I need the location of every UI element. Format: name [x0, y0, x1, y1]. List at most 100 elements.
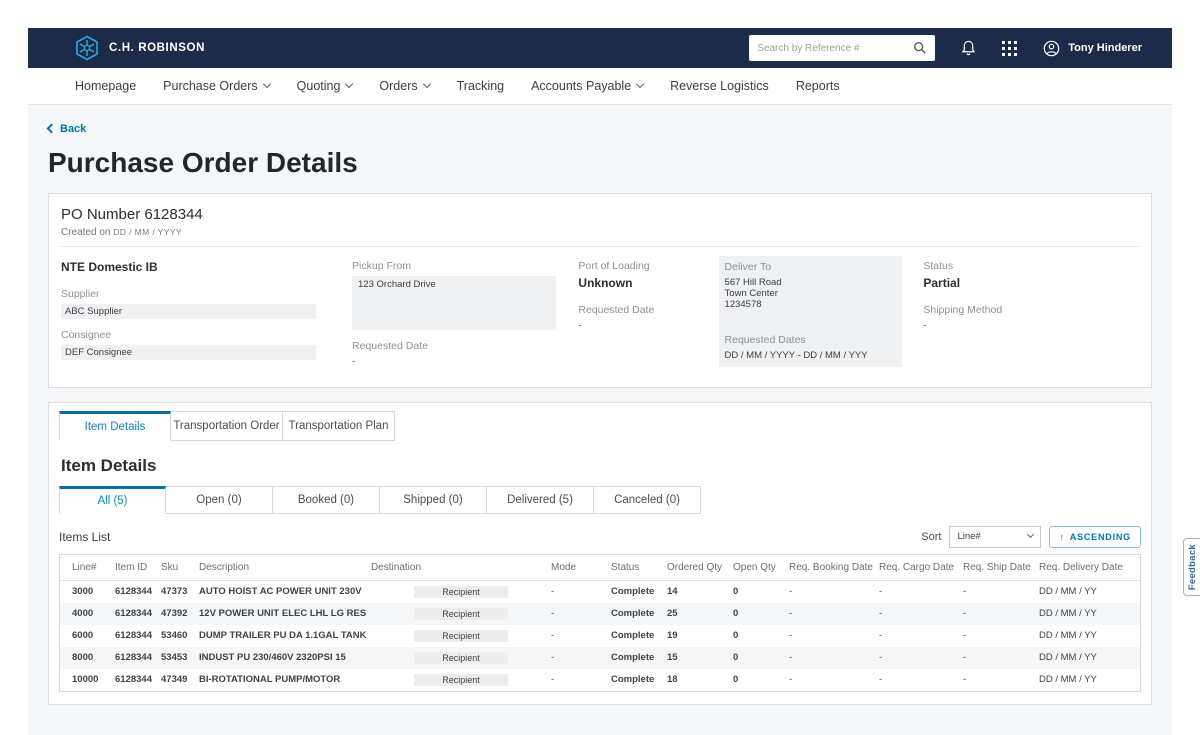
- items-list-header: Items List Sort Line# ↑ ASCENDING: [59, 526, 1141, 548]
- deliver-to-label: Deliver To: [725, 261, 896, 273]
- deliver-anon-panel: Deliver To 567 Hill Road Town Center 123…: [719, 256, 902, 367]
- nav-reports[interactable]: Reports: [796, 79, 840, 93]
- app-window: C.H. ROBINSON: [28, 28, 1172, 735]
- main-nav: Homepage Purchase Orders Quoting Orders …: [28, 68, 1172, 105]
- nav-orders[interactable]: Orders: [379, 79, 429, 93]
- nav-homepage[interactable]: Homepage: [75, 79, 136, 93]
- requested-dates-value: DD / MM / YYYY - DD / MM / YYY: [725, 350, 896, 361]
- apps-menu-button[interactable]: [1002, 41, 1017, 56]
- user-menu[interactable]: Tony Hinderer: [1043, 40, 1142, 57]
- cell-req-cargo-date: -: [879, 586, 963, 597]
- col-item-id: Item ID: [115, 562, 161, 573]
- po-parties-column: NTE Domestic IB Supplier ABC Supplier Co…: [61, 260, 352, 367]
- global-search[interactable]: [749, 35, 935, 61]
- deliver-to-line2: Town Center: [725, 288, 896, 299]
- cell-status: Complete: [611, 674, 667, 685]
- feedback-button[interactable]: Feedback: [1183, 538, 1200, 596]
- cell-item-id: 6128344: [115, 674, 161, 685]
- nav-reverse-logistics[interactable]: Reverse Logistics: [670, 79, 769, 93]
- cell-ordered-qty: 14: [667, 586, 733, 597]
- tab-item-details[interactable]: Item Details: [59, 411, 171, 441]
- cell-line: 3000: [60, 586, 115, 597]
- notifications-button[interactable]: [961, 40, 976, 56]
- sort-select[interactable]: Line#: [949, 526, 1041, 548]
- cell-req-delivery-date: DD / MM / YY: [1039, 652, 1140, 663]
- subtab-canceled[interactable]: Canceled (0): [594, 486, 701, 514]
- po-created-date: DD / MM / YYYY: [113, 227, 182, 237]
- table-row[interactable]: 6000 6128344 53460 DUMP TRAILER PU DA 1.…: [60, 625, 1140, 647]
- sort-label: Sort: [921, 531, 941, 543]
- cell-destination: Recipient: [371, 608, 551, 620]
- sort-direction-button[interactable]: ↑ ASCENDING: [1049, 526, 1141, 548]
- port-column: Port of Loading Unknown Requested Date -: [578, 260, 718, 367]
- cell-req-delivery-date: DD / MM / YY: [1039, 630, 1140, 641]
- cell-sku: 53460: [161, 630, 199, 641]
- cell-req-ship-date: -: [963, 586, 1039, 597]
- col-line: Line#: [60, 562, 115, 573]
- brand-logo[interactable]: C.H. ROBINSON: [74, 35, 205, 61]
- apps-grid-icon: [1002, 41, 1017, 56]
- col-destination: Destination: [371, 562, 551, 573]
- table-row[interactable]: 4000 6128344 47392 12V POWER UNIT ELEC L…: [60, 603, 1140, 625]
- cell-req-booking-date: -: [789, 674, 879, 685]
- nav-purchase-orders[interactable]: Purchase Orders: [163, 79, 269, 93]
- supplier-label: Supplier: [61, 288, 338, 300]
- table-row[interactable]: 3000 6128344 47373 AUTO HOIST AC POWER U…: [60, 581, 1140, 603]
- cell-req-booking-date: -: [789, 652, 879, 663]
- cell-req-booking-date: -: [789, 586, 879, 597]
- status-subtabs: All (5) Open (0) Booked (0) Shipped (0) …: [59, 486, 1141, 514]
- chevron-down-icon: [345, 80, 353, 88]
- tab-transportation-plan[interactable]: Transportation Plan: [283, 411, 395, 441]
- cell-mode: -: [551, 630, 611, 641]
- bell-icon: [961, 40, 976, 56]
- nav-tracking[interactable]: Tracking: [457, 79, 504, 93]
- col-req-delivery-date: Req. Delivery Date: [1039, 562, 1140, 573]
- table-row[interactable]: 8000 6128344 53453 INDUST PU 230/460V 23…: [60, 647, 1140, 669]
- pickup-requested-date: -: [352, 356, 564, 367]
- cell-item-id: 6128344: [115, 608, 161, 619]
- nav-quoting[interactable]: Quoting: [297, 79, 353, 93]
- status-value: Partial: [923, 276, 1125, 290]
- cell-item-id: 6128344: [115, 586, 161, 597]
- subtab-open[interactable]: Open (0): [166, 486, 273, 514]
- cell-description: DUMP TRAILER PU DA 1.1GAL TANK: [199, 630, 371, 641]
- port-requested-date: -: [578, 320, 704, 331]
- cell-description: 12V POWER UNIT ELEC LHL LG RES: [199, 608, 371, 619]
- subtab-shipped[interactable]: Shipped (0): [380, 486, 487, 514]
- cell-open-qty: 0: [733, 608, 789, 619]
- cell-item-id: 6128344: [115, 652, 161, 663]
- tab-transportation-order[interactable]: Transportation Order: [171, 411, 283, 441]
- cell-req-booking-date: -: [789, 608, 879, 619]
- cell-req-cargo-date: -: [879, 608, 963, 619]
- po-number: PO Number 6128344: [61, 206, 1139, 223]
- cell-req-booking-date: -: [789, 630, 879, 641]
- items-table-body: 3000 6128344 47373 AUTO HOIST AC POWER U…: [60, 581, 1140, 691]
- po-tabs-card: Item Details Transportation Order Transp…: [48, 402, 1152, 705]
- chevron-down-icon: [636, 80, 644, 88]
- subtab-delivered[interactable]: Delivered (5): [487, 486, 594, 514]
- cell-open-qty: 0: [733, 630, 789, 641]
- cell-open-qty: 0: [733, 674, 789, 685]
- cell-description: AUTO HOIST AC POWER UNIT 230V: [199, 586, 371, 597]
- cell-req-delivery-date: DD / MM / YY: [1039, 586, 1140, 597]
- chevron-down-icon: [262, 80, 270, 88]
- order-type: NTE Domestic IB: [61, 260, 338, 274]
- subtab-all[interactable]: All (5): [59, 486, 166, 514]
- nav-accounts-payable[interactable]: Accounts Payable: [531, 79, 643, 93]
- back-button[interactable]: Back: [48, 123, 86, 135]
- status-column: Status Partial Shipping Method -: [923, 260, 1139, 367]
- chevron-down-icon: [1027, 531, 1034, 538]
- col-req-ship-date: Req. Ship Date: [963, 562, 1039, 573]
- cell-req-ship-date: -: [963, 630, 1039, 641]
- col-req-booking-date: Req. Booking Date: [789, 562, 879, 573]
- cell-sku: 47392: [161, 608, 199, 619]
- cell-req-ship-date: -: [963, 674, 1039, 685]
- port-requested-date-label: Requested Date: [578, 304, 704, 316]
- cell-destination: Recipient: [371, 630, 551, 642]
- cell-status: Complete: [611, 652, 667, 663]
- subtab-booked[interactable]: Booked (0): [273, 486, 380, 514]
- search-input[interactable]: [757, 43, 913, 54]
- search-icon[interactable]: [913, 41, 927, 55]
- cell-description: BI-ROTATIONAL PUMP/MOTOR: [199, 674, 371, 685]
- table-row[interactable]: 10000 6128344 47349 BI-ROTATIONAL PUMP/M…: [60, 669, 1140, 691]
